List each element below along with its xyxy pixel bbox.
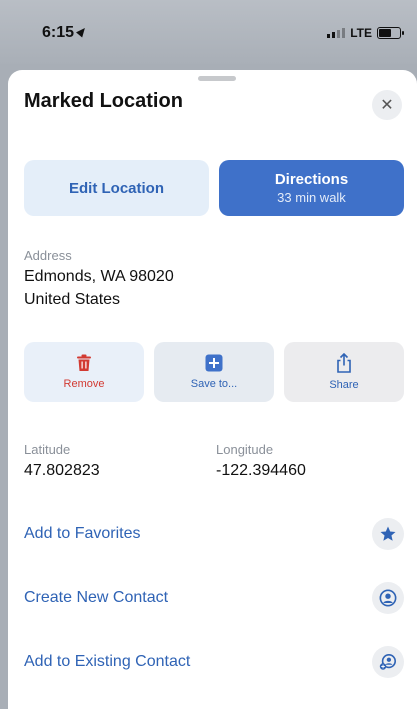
address-line-2: United States	[24, 291, 121, 308]
share-icon	[337, 353, 351, 373]
edit-location-button[interactable]: Edit Location	[24, 160, 209, 216]
create-new-contact-label: Create New Contact	[24, 589, 169, 606]
person-add-icon	[372, 646, 404, 678]
save-to-label: Save to...	[190, 378, 238, 390]
location-arrow-icon	[76, 25, 88, 38]
latitude-label: Latitude	[24, 442, 71, 457]
trash-icon	[77, 354, 91, 371]
close-icon: ✕	[380, 97, 394, 114]
create-new-contact-row[interactable]: Create New Contact	[24, 576, 404, 620]
longitude-value: -122.394460	[216, 462, 306, 479]
battery-level	[379, 29, 391, 37]
person-circle-icon	[372, 582, 404, 614]
add-to-existing-contact-row[interactable]: Add to Existing Contact	[24, 640, 404, 684]
address-line-1: Edmonds, WA 98020	[24, 268, 174, 285]
star-icon	[372, 518, 404, 550]
add-to-existing-contact-label: Add to Existing Contact	[24, 653, 191, 670]
primary-actions: Edit Location Directions 33 min walk	[24, 160, 404, 216]
add-to-favorites-row[interactable]: Add to Favorites	[24, 512, 404, 556]
battery-icon	[377, 27, 404, 39]
address-label: Address	[24, 248, 72, 263]
status-indicators: LTE	[327, 26, 404, 40]
directions-label: Directions	[274, 171, 349, 188]
share-label: Share	[329, 379, 359, 391]
status-time: 6:15	[42, 24, 88, 42]
remove-button[interactable]: Remove	[24, 342, 144, 402]
share-button[interactable]: Share	[284, 342, 404, 402]
location-sheet: Marked Location ✕ Edit Location Directio…	[8, 70, 417, 709]
longitude-label: Longitude	[216, 442, 274, 457]
save-to-button[interactable]: Save to...	[154, 342, 274, 402]
remove-label: Remove	[63, 378, 105, 390]
edit-location-label: Edit Location	[69, 179, 164, 197]
plus-square-icon	[205, 354, 223, 372]
sheet-grabber[interactable]	[198, 76, 236, 81]
tool-actions: Remove Save to... Share	[24, 342, 404, 402]
network-type: LTE	[350, 26, 372, 40]
add-to-favorites-label: Add to Favorites	[24, 525, 141, 542]
directions-button[interactable]: Directions 33 min walk	[219, 160, 404, 216]
sheet-title: Marked Location	[24, 90, 183, 112]
signal-icon	[327, 28, 346, 38]
directions-eta: 33 min walk	[277, 190, 346, 205]
status-bar: 6:15 LTE	[0, 0, 417, 64]
latitude-value: 47.802823	[24, 462, 100, 479]
close-button[interactable]: ✕	[372, 90, 402, 120]
status-time-text: 6:15	[42, 24, 75, 41]
